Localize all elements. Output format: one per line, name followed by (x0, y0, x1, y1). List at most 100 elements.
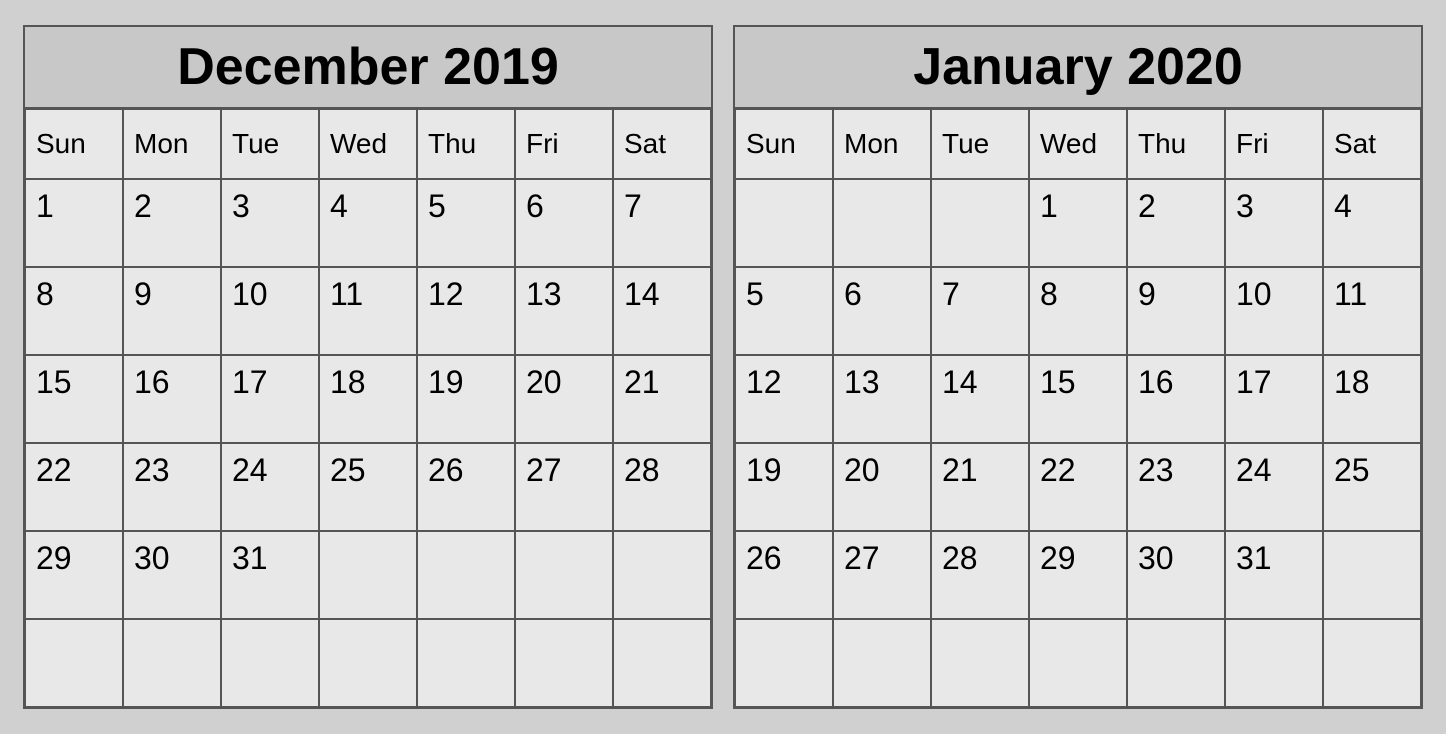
jan-w3-thu: 16 (1127, 355, 1225, 443)
dec-w3-fri: 20 (515, 355, 613, 443)
dec-w6-sat (613, 619, 711, 707)
jan-w3-fri: 17 (1225, 355, 1323, 443)
dec-w3-wed: 18 (319, 355, 417, 443)
jan-header-thu: Thu (1127, 109, 1225, 179)
calendars-wrapper: December 2019 Sun Mon Tue Wed Thu Fri Sa… (13, 15, 1433, 719)
dec-w2-thu: 12 (417, 267, 515, 355)
jan-w6-sat (1323, 619, 1421, 707)
dec-w3-tue: 17 (221, 355, 319, 443)
dec-w4-sun: 22 (25, 443, 123, 531)
jan-header-mon: Mon (833, 109, 931, 179)
dec-header-tue: Tue (221, 109, 319, 179)
jan-w2-thu: 9 (1127, 267, 1225, 355)
jan-w4-sun: 19 (735, 443, 833, 531)
dec-header-thu: Thu (417, 109, 515, 179)
calendar-separator (713, 25, 733, 709)
jan-w1-thu: 2 (1127, 179, 1225, 267)
dec-w5-sun: 29 (25, 531, 123, 619)
jan-w6-sun (735, 619, 833, 707)
dec-header-sun: Sun (25, 109, 123, 179)
dec-w5-sat (613, 531, 711, 619)
january-title: January 2020 (735, 27, 1421, 109)
dec-w6-sun (25, 619, 123, 707)
jan-w2-fri: 10 (1225, 267, 1323, 355)
dec-w5-wed (319, 531, 417, 619)
dec-w5-fri (515, 531, 613, 619)
jan-w5-sat (1323, 531, 1421, 619)
jan-w5-wed: 29 (1029, 531, 1127, 619)
jan-w4-tue: 21 (931, 443, 1029, 531)
dec-w2-fri: 13 (515, 267, 613, 355)
jan-w1-wed: 1 (1029, 179, 1127, 267)
dec-w6-tue (221, 619, 319, 707)
dec-w4-tue: 24 (221, 443, 319, 531)
jan-w3-sat: 18 (1323, 355, 1421, 443)
jan-w4-mon: 20 (833, 443, 931, 531)
dec-w3-thu: 19 (417, 355, 515, 443)
jan-w2-wed: 8 (1029, 267, 1127, 355)
jan-w5-fri: 31 (1225, 531, 1323, 619)
jan-w3-mon: 13 (833, 355, 931, 443)
jan-w3-wed: 15 (1029, 355, 1127, 443)
dec-w6-mon (123, 619, 221, 707)
jan-w6-mon (833, 619, 931, 707)
dec-w1-sun: 1 (25, 179, 123, 267)
dec-w1-wed: 4 (319, 179, 417, 267)
december-calendar: December 2019 Sun Mon Tue Wed Thu Fri Sa… (23, 25, 713, 709)
jan-w2-sun: 5 (735, 267, 833, 355)
dec-w4-mon: 23 (123, 443, 221, 531)
jan-w6-thu (1127, 619, 1225, 707)
jan-w6-tue (931, 619, 1029, 707)
jan-w5-sun: 26 (735, 531, 833, 619)
jan-w2-sat: 11 (1323, 267, 1421, 355)
jan-w1-sat: 4 (1323, 179, 1421, 267)
dec-w3-mon: 16 (123, 355, 221, 443)
dec-w6-fri (515, 619, 613, 707)
dec-header-mon: Mon (123, 109, 221, 179)
dec-w2-sat: 14 (613, 267, 711, 355)
dec-w1-fri: 6 (515, 179, 613, 267)
dec-header-fri: Fri (515, 109, 613, 179)
jan-w2-mon: 6 (833, 267, 931, 355)
dec-w4-sat: 28 (613, 443, 711, 531)
jan-w3-sun: 12 (735, 355, 833, 443)
jan-header-sat: Sat (1323, 109, 1421, 179)
jan-w4-sat: 25 (1323, 443, 1421, 531)
jan-w4-wed: 22 (1029, 443, 1127, 531)
jan-w4-thu: 23 (1127, 443, 1225, 531)
dec-header-sat: Sat (613, 109, 711, 179)
jan-w5-tue: 28 (931, 531, 1029, 619)
dec-header-wed: Wed (319, 109, 417, 179)
dec-w4-fri: 27 (515, 443, 613, 531)
dec-w5-thu (417, 531, 515, 619)
dec-w6-thu (417, 619, 515, 707)
jan-header-tue: Tue (931, 109, 1029, 179)
jan-w2-tue: 7 (931, 267, 1029, 355)
dec-w5-mon: 30 (123, 531, 221, 619)
jan-w6-wed (1029, 619, 1127, 707)
dec-w4-wed: 25 (319, 443, 417, 531)
dec-w6-wed (319, 619, 417, 707)
dec-w3-sat: 21 (613, 355, 711, 443)
jan-header-sun: Sun (735, 109, 833, 179)
january-grid: Sun Mon Tue Wed Thu Fri Sat 1 2 3 4 5 6 … (735, 109, 1421, 707)
jan-w1-fri: 3 (1225, 179, 1323, 267)
jan-w1-sun (735, 179, 833, 267)
dec-w2-wed: 11 (319, 267, 417, 355)
december-grid: Sun Mon Tue Wed Thu Fri Sat 1 2 3 4 5 6 … (25, 109, 711, 707)
jan-header-wed: Wed (1029, 109, 1127, 179)
december-title: December 2019 (25, 27, 711, 109)
dec-w2-tue: 10 (221, 267, 319, 355)
dec-w4-thu: 26 (417, 443, 515, 531)
jan-w6-fri (1225, 619, 1323, 707)
jan-w1-mon (833, 179, 931, 267)
jan-w5-mon: 27 (833, 531, 931, 619)
dec-w2-sun: 8 (25, 267, 123, 355)
jan-w5-thu: 30 (1127, 531, 1225, 619)
dec-w3-sun: 15 (25, 355, 123, 443)
dec-w1-tue: 3 (221, 179, 319, 267)
jan-w3-tue: 14 (931, 355, 1029, 443)
dec-w1-mon: 2 (123, 179, 221, 267)
jan-header-fri: Fri (1225, 109, 1323, 179)
jan-w1-tue (931, 179, 1029, 267)
